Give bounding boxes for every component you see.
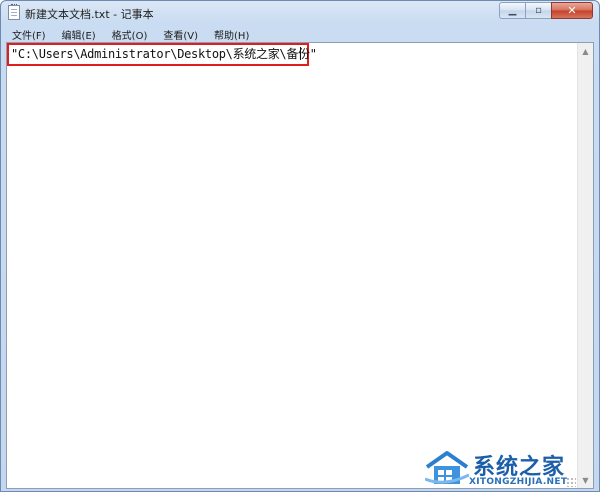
title-bar[interactable]: 新建文本文档.txt - 记事本 ▁ ▫ ✕	[1, 1, 599, 25]
scroll-down-button[interactable]: ▼	[578, 472, 593, 488]
house-logo-icon	[425, 451, 469, 484]
minimize-icon: ▁	[508, 4, 517, 16]
scroll-up-icon: ▲	[582, 46, 589, 56]
maximize-button[interactable]: ▫	[525, 2, 551, 19]
menu-view[interactable]: 查看(V)	[157, 27, 204, 42]
scroll-down-icon: ▼	[582, 475, 589, 485]
notepad-window: 新建文本文档.txt - 记事本 ▁ ▫ ✕ 文件(F) 编辑(E) 格式(O)…	[0, 0, 600, 492]
notepad-icon	[8, 4, 20, 20]
maximize-icon: ▫	[535, 4, 542, 16]
window-controls: ▁ ▫ ✕	[499, 2, 593, 20]
text-caret	[300, 47, 301, 60]
menu-format[interactable]: 格式(O)	[106, 27, 154, 42]
scroll-up-button[interactable]: ▲	[578, 43, 593, 59]
watermark: 系统之家 XITONGZHIJIA.NET	[425, 447, 585, 495]
resize-grip[interactable]	[566, 477, 576, 487]
text-editor-area[interactable]: "C:\Users\Administrator\Desktop\系统之家\备份"…	[6, 42, 594, 489]
menu-file[interactable]: 文件(F)	[6, 27, 52, 42]
window-title: 新建文本文档.txt - 记事本	[25, 8, 154, 21]
minimize-button[interactable]: ▁	[499, 2, 525, 19]
menu-help[interactable]: 帮助(H)	[208, 27, 255, 42]
watermark-domain: XITONGZHIJIA.NET	[469, 477, 568, 487]
close-icon: ✕	[567, 4, 577, 17]
vertical-scrollbar[interactable]: ▲ ▼	[577, 43, 593, 488]
close-button[interactable]: ✕	[551, 2, 593, 19]
menu-bar: 文件(F) 编辑(E) 格式(O) 查看(V) 帮助(H)	[6, 26, 594, 42]
editor-text: "C:\Users\Administrator\Desktop\系统之家\备份"	[11, 47, 317, 61]
menu-edit[interactable]: 编辑(E)	[56, 27, 102, 42]
